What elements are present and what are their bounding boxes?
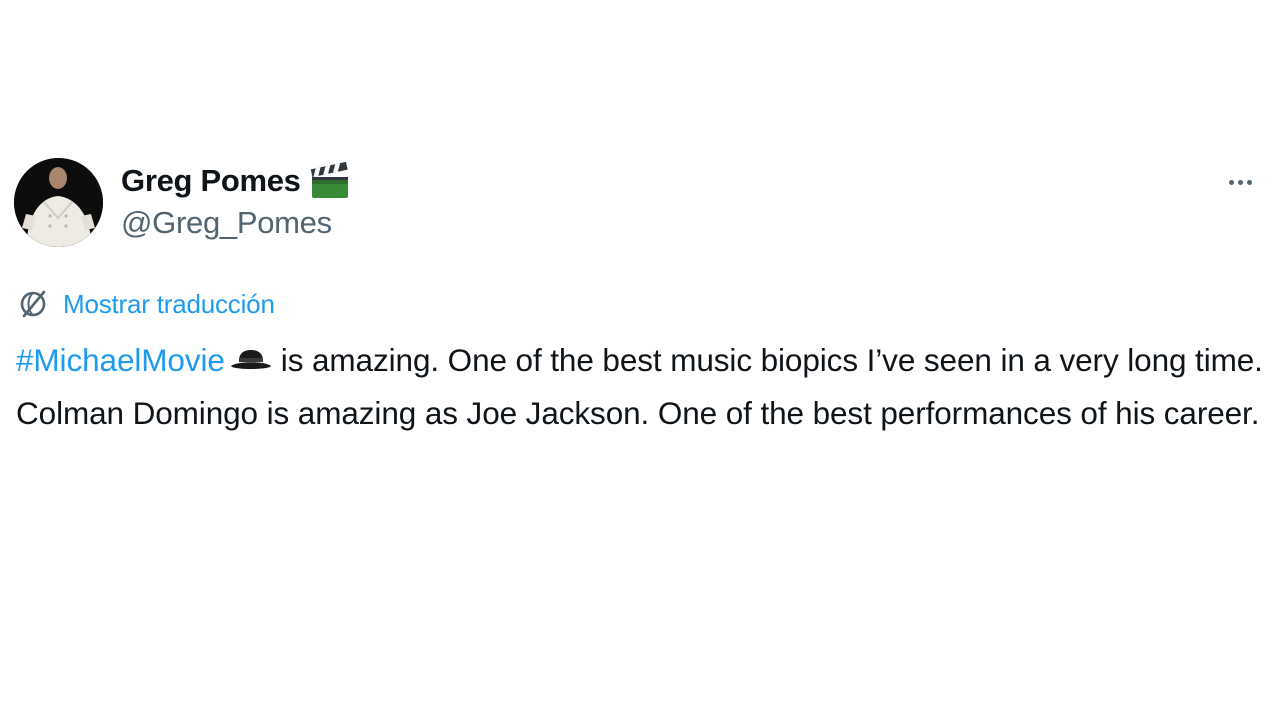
- more-options-icon-dot: [1246, 179, 1252, 185]
- more-options-icon: [1228, 179, 1234, 185]
- user-handle[interactable]: @Greg_Pomes: [121, 205, 332, 241]
- more-options-button[interactable]: [1218, 168, 1262, 196]
- clapper-board-icon: [309, 161, 351, 201]
- author-name-row[interactable]: Greg Pomes: [121, 160, 351, 202]
- tweet-text: #MichaelMovie is amazing. One of the bes…: [16, 334, 1266, 440]
- tweet-card: Greg Pomes @Greg_Pomes Mostrar traducció…: [0, 0, 1280, 720]
- show-translation-button[interactable]: Mostrar traducción: [16, 284, 275, 324]
- more-options-icon-dot: [1237, 179, 1243, 185]
- show-translation-label[interactable]: Mostrar traducción: [63, 289, 275, 320]
- fedora-hat-icon: [229, 338, 273, 369]
- globe-icon: [16, 287, 50, 321]
- hashtag-link[interactable]: #MichaelMovie: [16, 342, 225, 378]
- display-name[interactable]: Greg Pomes: [121, 163, 301, 199]
- avatar[interactable]: [14, 158, 103, 247]
